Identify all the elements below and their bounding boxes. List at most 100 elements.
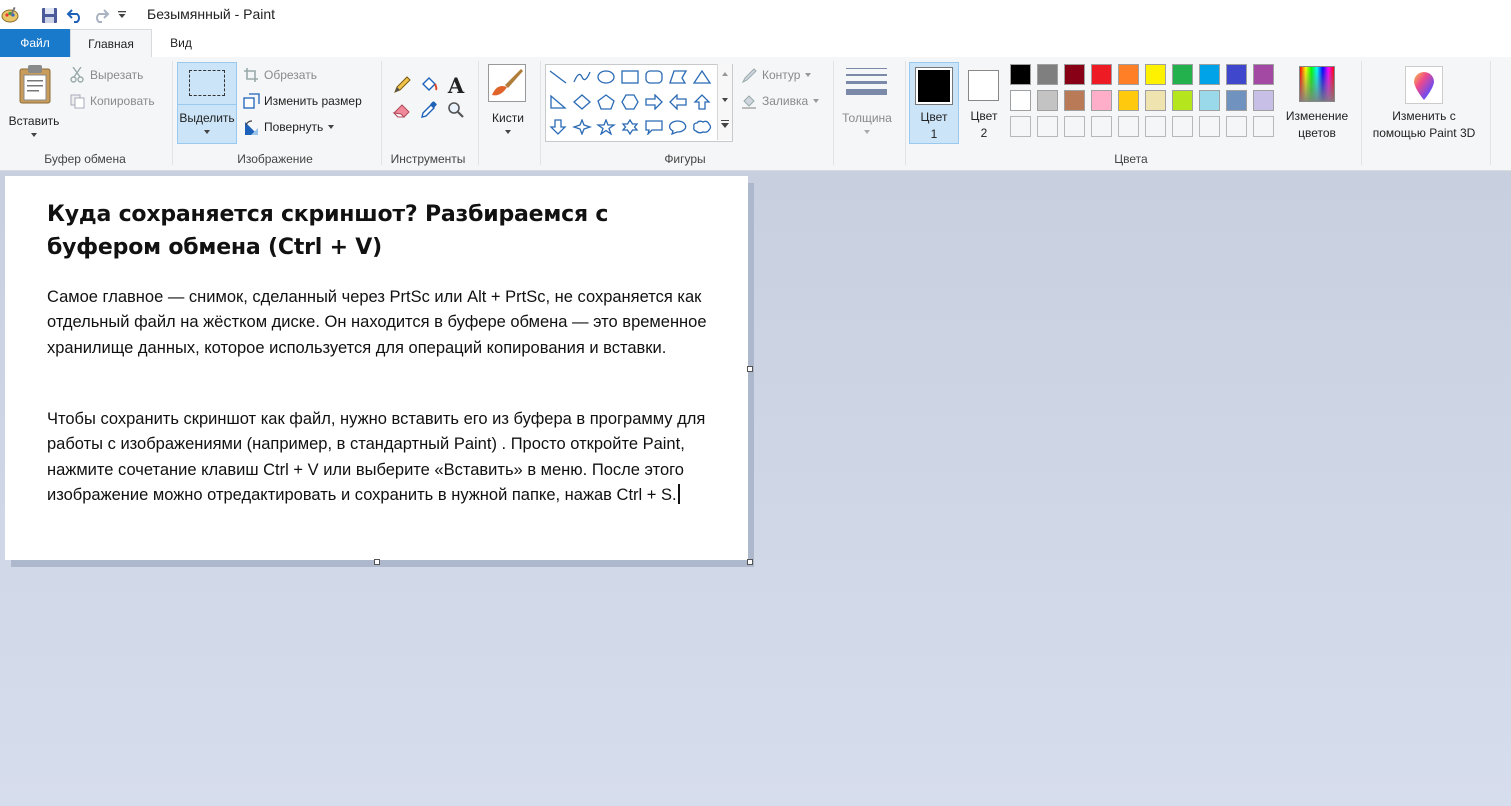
copy-button[interactable]: Копировать bbox=[68, 90, 155, 112]
paint-app-icon[interactable] bbox=[0, 4, 20, 26]
document-paragraph-1: Самое главное — снимок, сделанный через … bbox=[47, 288, 707, 357]
down-arrow-shape-icon[interactable] bbox=[546, 116, 570, 138]
custom-color-slot[interactable] bbox=[1037, 116, 1058, 137]
up-arrow-shape-icon[interactable] bbox=[690, 91, 714, 113]
resize-button[interactable]: Изменить размер bbox=[242, 90, 362, 112]
cut-button[interactable]: Вырезать bbox=[68, 64, 143, 86]
paste-button[interactable]: Вставить bbox=[4, 61, 64, 143]
palette-swatch[interactable] bbox=[1145, 64, 1166, 85]
palette-swatch[interactable] bbox=[1064, 64, 1085, 85]
six-point-star-shape-icon[interactable] bbox=[618, 116, 642, 138]
fill-bucket-icon[interactable] bbox=[417, 74, 441, 96]
save-icon[interactable] bbox=[38, 4, 60, 26]
right-triangle-shape-icon[interactable] bbox=[546, 91, 570, 113]
palette-swatch[interactable] bbox=[1037, 64, 1058, 85]
triangle-shape-icon[interactable] bbox=[690, 66, 714, 88]
custom-color-slot[interactable] bbox=[1226, 116, 1247, 137]
color2-button[interactable]: Цвет 2 bbox=[960, 62, 1008, 144]
redo-icon[interactable] bbox=[90, 4, 112, 26]
gallery-expand-icon[interactable] bbox=[721, 120, 729, 128]
palette-swatch[interactable] bbox=[1226, 90, 1247, 111]
resize-handle-corner[interactable] bbox=[747, 559, 753, 565]
right-arrow-shape-icon[interactable] bbox=[642, 91, 666, 113]
rotate-button[interactable]: Повернуть bbox=[242, 116, 335, 138]
four-point-star-shape-icon[interactable] bbox=[570, 116, 594, 138]
custom-color-slot[interactable] bbox=[1199, 116, 1220, 137]
left-arrow-shape-icon[interactable] bbox=[666, 91, 690, 113]
line-thickness-icon bbox=[846, 68, 887, 95]
crop-button[interactable]: Обрезать bbox=[242, 64, 317, 86]
clipboard-group-label: Буфер обмена bbox=[44, 152, 126, 166]
palette-swatch[interactable] bbox=[1253, 64, 1274, 85]
palette-swatch[interactable] bbox=[1226, 64, 1247, 85]
palette-swatch[interactable] bbox=[1253, 90, 1274, 111]
palette-swatch[interactable] bbox=[1064, 90, 1085, 111]
custom-color-slot[interactable] bbox=[1145, 116, 1166, 137]
rounded-rectangle-shape-icon[interactable] bbox=[642, 66, 666, 88]
oval-shape-icon[interactable] bbox=[594, 66, 618, 88]
scroll-up-icon[interactable] bbox=[722, 72, 728, 76]
diamond-shape-icon[interactable] bbox=[570, 91, 594, 113]
brushes-button[interactable]: Кисти bbox=[484, 62, 532, 144]
brushes-label: Кисти bbox=[492, 111, 524, 125]
palette-swatch[interactable] bbox=[1199, 64, 1220, 85]
palette-swatch[interactable] bbox=[1172, 64, 1193, 85]
palette-swatch[interactable] bbox=[1118, 64, 1139, 85]
pencil-icon[interactable] bbox=[390, 74, 414, 96]
palette-swatch[interactable] bbox=[1091, 64, 1112, 85]
palette-swatch[interactable] bbox=[1010, 90, 1031, 111]
palette-swatch[interactable] bbox=[1199, 90, 1220, 111]
magnifier-icon[interactable] bbox=[444, 99, 468, 121]
separator bbox=[833, 61, 834, 165]
paint3d-button[interactable]: Изменить с помощью Paint 3D bbox=[1364, 62, 1484, 144]
resize-handle-bottom[interactable] bbox=[374, 559, 380, 565]
custom-color-slot[interactable] bbox=[1118, 116, 1139, 137]
undo-icon[interactable] bbox=[64, 4, 86, 26]
document-paragraph-2-text: Чтобы сохранить скриншот как файл, нужно… bbox=[47, 410, 706, 505]
shapes-scrollbar[interactable] bbox=[717, 64, 732, 140]
fill-button[interactable]: Заливка bbox=[740, 90, 820, 112]
edit-colors-button[interactable]: Изменение цветов bbox=[1283, 62, 1351, 144]
text-tool-icon[interactable]: A bbox=[444, 73, 468, 98]
palette-swatch[interactable] bbox=[1172, 90, 1193, 111]
canvas-area[interactable]: Куда сохраняется скриншот? Разбираемся с… bbox=[0, 171, 1511, 806]
color1-label-line2: 1 bbox=[930, 127, 938, 141]
line-shape-icon[interactable] bbox=[546, 66, 570, 88]
palette-swatch[interactable] bbox=[1118, 90, 1139, 111]
oval-callout-shape-icon[interactable] bbox=[666, 116, 690, 138]
canvas-image[interactable]: Куда сохраняется скриншот? Разбираемся с… bbox=[5, 176, 748, 560]
resize-handle-right[interactable] bbox=[747, 366, 753, 372]
ribbon-tabs: Файл Главная Вид bbox=[0, 29, 1511, 58]
tab-view[interactable]: Вид bbox=[152, 29, 210, 57]
edit-colors-line1: Изменение bbox=[1285, 109, 1349, 123]
select-button[interactable]: Выделить bbox=[177, 62, 237, 144]
paste-label: Вставить bbox=[8, 114, 60, 128]
polygon-shape-icon[interactable] bbox=[666, 66, 690, 88]
outline-button[interactable]: Контур bbox=[740, 64, 812, 86]
tab-file[interactable]: Файл bbox=[0, 29, 70, 57]
custom-color-slot[interactable] bbox=[1010, 116, 1031, 137]
customize-dropdown-icon[interactable] bbox=[115, 4, 129, 26]
custom-color-slot[interactable] bbox=[1091, 116, 1112, 137]
custom-color-slot[interactable] bbox=[1064, 116, 1085, 137]
color1-button[interactable]: Цвет 1 bbox=[909, 62, 959, 144]
palette-swatch[interactable] bbox=[1145, 90, 1166, 111]
cloud-callout-shape-icon[interactable] bbox=[690, 116, 714, 138]
crop-icon bbox=[242, 66, 260, 84]
pentagon-shape-icon[interactable] bbox=[594, 91, 618, 113]
size-button[interactable]: Толщина bbox=[838, 62, 896, 144]
custom-color-slot[interactable] bbox=[1172, 116, 1193, 137]
palette-swatch[interactable] bbox=[1010, 64, 1031, 85]
hexagon-shape-icon[interactable] bbox=[618, 91, 642, 113]
tab-home[interactable]: Главная bbox=[70, 29, 152, 58]
color-picker-icon[interactable] bbox=[417, 99, 441, 121]
scroll-down-icon[interactable] bbox=[722, 98, 728, 102]
eraser-icon[interactable] bbox=[390, 99, 414, 121]
curve-shape-icon[interactable] bbox=[570, 66, 594, 88]
rectangle-callout-shape-icon[interactable] bbox=[642, 116, 666, 138]
custom-color-slot[interactable] bbox=[1253, 116, 1274, 137]
five-point-star-shape-icon[interactable] bbox=[594, 116, 618, 138]
palette-swatch[interactable] bbox=[1037, 90, 1058, 111]
palette-swatch[interactable] bbox=[1091, 90, 1112, 111]
rectangle-shape-icon[interactable] bbox=[618, 66, 642, 88]
